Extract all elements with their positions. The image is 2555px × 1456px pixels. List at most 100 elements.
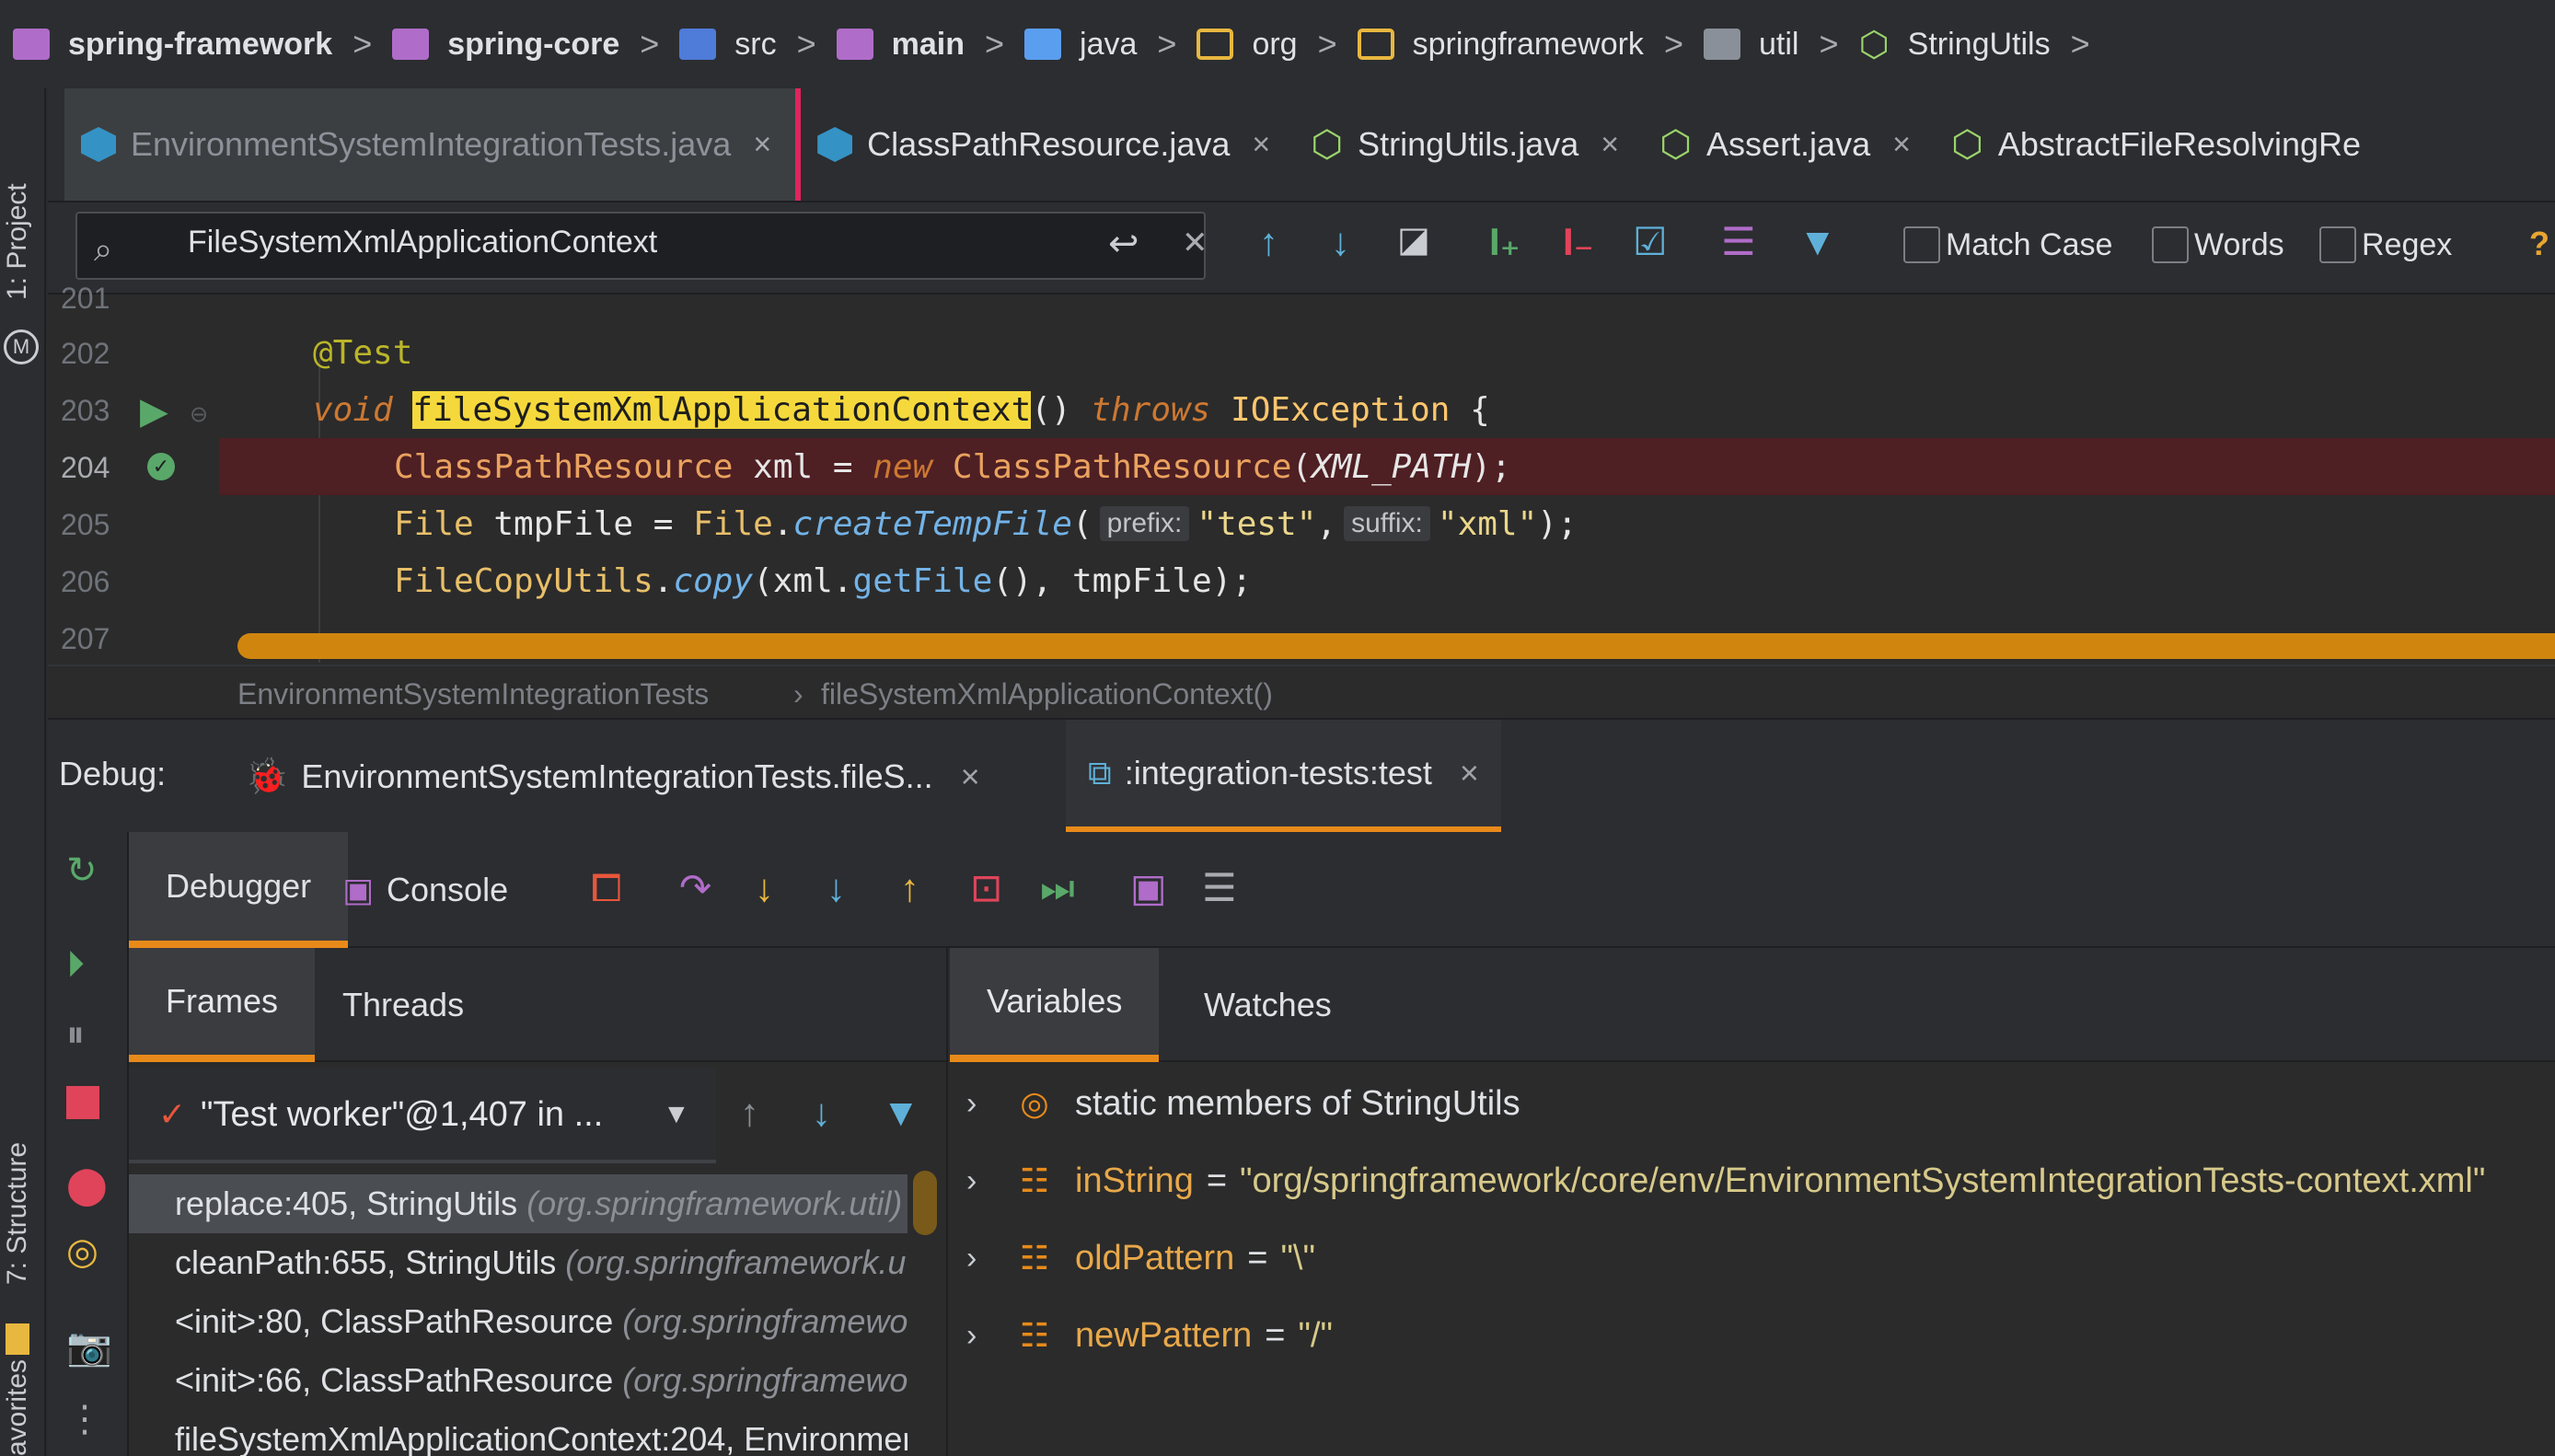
thread-selector[interactable]: ✓ "Test worker"@1,407 in ... ▼ — [129, 1068, 716, 1163]
checkbox-box[interactable] — [1903, 226, 1940, 263]
close-tab-icon[interactable]: × — [1252, 127, 1270, 163]
debug-session-tab-integration-tests[interactable]: ⧉ :integration-tests:test × — [1066, 720, 1501, 834]
select-all-text-icon[interactable]: ☰ — [1721, 223, 1756, 261]
breadcrumb-main[interactable]: main > — [836, 25, 1024, 64]
maven-icon[interactable]: M — [4, 329, 39, 364]
close-tab-icon[interactable]: × — [1601, 127, 1619, 163]
fold-marker-icon[interactable]: ⊖ — [190, 401, 208, 428]
step-over-icon[interactable]: ↷ — [679, 869, 711, 907]
tab-classpathresource[interactable]: ClassPathResource.java × — [801, 88, 1294, 201]
expand-arrow-icon[interactable]: › — [966, 1163, 1003, 1199]
structure-tool-button[interactable]: 7: Structure — [2, 1142, 33, 1285]
words-checkbox[interactable]: Words — [2152, 226, 2284, 263]
remove-occurrence-icon[interactable]: I₋ — [1563, 223, 1594, 261]
close-tab-icon[interactable]: × — [961, 757, 980, 796]
more-icon[interactable]: ⋮ — [66, 1401, 103, 1438]
stack-frame[interactable]: replace:405, StringUtils (org.springframe… — [129, 1174, 908, 1233]
project-tool-button[interactable]: 1: Project — [2, 183, 33, 300]
tab-frames[interactable]: Frames — [129, 948, 316, 1062]
evaluate-expression-icon[interactable]: ▣ — [1130, 869, 1167, 907]
tab-watches[interactable]: Watches — [1167, 948, 1369, 1062]
code-line-204-current[interactable]: ClassPathResource xml = new ClassPathRes… — [219, 438, 2555, 495]
force-step-into-icon[interactable]: ↓ — [827, 869, 846, 907]
expand-arrow-icon[interactable]: › — [966, 1318, 1003, 1354]
stack-frame[interactable]: cleanPath:655, StringUtils (org.springfra… — [129, 1233, 908, 1292]
tab-abstractfileresolvingresource[interactable]: ⬡ AbstractFileResolvingRe — [1935, 88, 2385, 201]
breadcrumb-springframework[interactable]: springframework > — [1357, 25, 1704, 64]
editor-breadcrumb-method[interactable]: fileSystemXmlApplicationContext() — [821, 677, 1273, 711]
trace-stream-icon[interactable]: ☰ — [1202, 869, 1237, 907]
filter-icon[interactable]: ▼ — [1798, 223, 1837, 261]
regex-checkbox[interactable]: Regex — [2319, 226, 2452, 263]
restore-layout-icon[interactable]: ⧠ — [591, 869, 622, 907]
search-icon[interactable]: ⌕ — [94, 230, 131, 268]
editor-gutter[interactable]: 201 202 203 204 205 206 207 ▶ ⊖ ✓ — [48, 282, 219, 663]
mute-breakpoints-icon[interactable]: ◎ — [66, 1233, 98, 1270]
expand-arrow-icon[interactable]: › — [966, 1086, 1003, 1122]
tab-threads[interactable]: Threads — [306, 948, 501, 1062]
clear-search-icon[interactable]: ✕ — [1182, 225, 1208, 261]
view-breakpoints-icon[interactable]: ⬤ — [66, 1167, 108, 1204]
tab-debugger[interactable]: Debugger — [129, 832, 349, 948]
pause-icon[interactable]: ⏸ — [66, 1016, 85, 1053]
breadcrumb-spring-core[interactable]: spring-core > — [392, 25, 679, 64]
filter-frames-icon[interactable]: ▼ — [882, 1093, 920, 1132]
tab-console[interactable]: ▣ Console — [342, 832, 545, 948]
checkbox-box[interactable] — [2319, 226, 2356, 263]
chevron-down-icon[interactable]: ▼ — [663, 1099, 690, 1130]
close-tab-icon[interactable]: × — [1892, 127, 1911, 163]
expand-arrow-icon[interactable]: › — [966, 1241, 1003, 1277]
stack-frame[interactable]: fileSystemXmlApplicationContext:204, Env… — [129, 1410, 908, 1456]
checkbox-box[interactable] — [2152, 226, 2189, 263]
next-frame-icon[interactable]: ↓ — [812, 1093, 831, 1132]
variable-row[interactable]: › ☷ newPattern = "/" — [950, 1303, 2555, 1368]
code-line-205[interactable]: File tmpFile = File. createTempFile(prefi… — [219, 495, 2555, 552]
resume-icon[interactable]: ⏵ — [66, 946, 85, 983]
breadcrumb-java[interactable]: java > — [1024, 25, 1197, 64]
code-line-202[interactable]: @Test — [219, 324, 2555, 381]
camera-icon[interactable]: 📷 — [66, 1329, 112, 1366]
variable-row[interactable]: › ☷ oldPattern = "\" — [950, 1226, 2555, 1290]
search-input[interactable]: ⌕ FileSystemXmlApplicationContext ↩ ✕ — [75, 212, 1208, 280]
step-out-icon[interactable]: ↑ — [900, 869, 919, 907]
variable-row-static[interactable]: › ◎ static members of StringUtils — [950, 1071, 2555, 1136]
editor-breadcrumb-class[interactable]: EnvironmentSystemIntegrationTests — [237, 677, 709, 711]
add-occurrence-icon[interactable]: I₊ — [1489, 223, 1520, 261]
debug-session-tab-test[interactable]: 🐞 EnvironmentSystemIntegrationTests.file… — [223, 720, 1002, 834]
show-filter-popup-icon[interactable]: ◪ — [1397, 223, 1430, 258]
tab-variables[interactable]: Variables — [950, 948, 1160, 1062]
step-into-icon[interactable]: ↓ — [755, 869, 774, 907]
stop-icon[interactable] — [66, 1086, 99, 1119]
variable-row[interactable]: › ☷ inString = "org/springframework/core… — [950, 1149, 2555, 1213]
run-to-cursor-icon[interactable]: ⏭ — [1040, 869, 1075, 907]
favorites-tool-button[interactable]: avorites — [2, 1359, 33, 1456]
drop-frame-icon[interactable]: ⊡ — [970, 869, 1002, 907]
previous-occurrence-icon[interactable]: ↑ — [1259, 223, 1278, 261]
new-line-icon[interactable]: ↩ — [1108, 223, 1139, 265]
code-editor[interactable]: @Test void fileSystemXmlApplicationConte… — [219, 295, 2555, 663]
next-occurrence-icon[interactable]: ↓ — [1331, 223, 1350, 261]
code-line-203[interactable]: void fileSystemXmlApplicationContext() t… — [219, 381, 2555, 438]
stack-frame[interactable]: <init>:80, ClassPathResource (org.springf… — [129, 1292, 908, 1351]
tab-stringutils[interactable]: ⬡ StringUtils.java × — [1294, 88, 1643, 201]
tab-assert[interactable]: ⬡ Assert.java × — [1643, 88, 1935, 201]
breadcrumb-util[interactable]: util > — [1703, 25, 1859, 64]
breadcrumb-stringutils[interactable]: ⬡ StringUtils > — [1858, 24, 2110, 65]
rerun-icon[interactable]: ↻ — [66, 852, 98, 889]
match-case-checkbox[interactable]: Match Case — [1903, 226, 2112, 263]
frames-scrollbar[interactable] — [913, 1171, 937, 1235]
run-test-icon[interactable]: ▶ — [140, 390, 168, 433]
select-all-occurrences-icon[interactable]: ☑ — [1633, 223, 1668, 261]
regex-help-icon[interactable]: ? — [2529, 225, 2549, 263]
breadcrumb-spring-framework[interactable]: spring-framework > — [13, 25, 392, 64]
close-tab-icon[interactable]: × — [1460, 754, 1479, 792]
stack-frame[interactable]: <init>:66, ClassPathResource (org.springf… — [129, 1351, 908, 1410]
breakpoint-verified-icon[interactable]: ✓ — [147, 453, 175, 480]
close-tab-icon[interactable]: × — [753, 127, 771, 163]
code-line-206[interactable]: FileCopyUtils. copy (xml. getFile (), tmpFil… — [219, 552, 2555, 609]
breadcrumb-src[interactable]: src > — [679, 25, 836, 64]
tab-environment-system-integration-tests[interactable]: EnvironmentSystemIntegrationTests.java × — [64, 88, 802, 201]
previous-frame-icon[interactable]: ↑ — [740, 1093, 759, 1132]
breadcrumb-org[interactable]: org > — [1197, 25, 1357, 64]
horizontal-scrollbar[interactable] — [237, 633, 2555, 659]
